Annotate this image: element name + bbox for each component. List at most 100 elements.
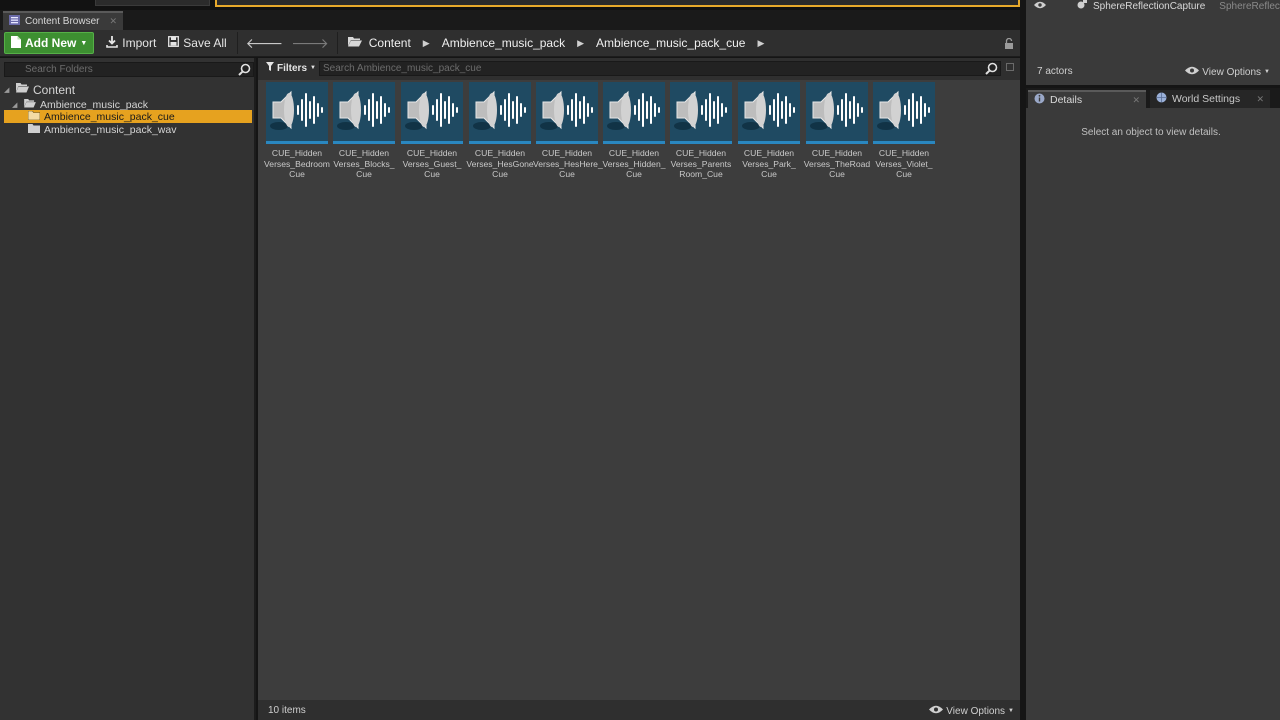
close-icon[interactable]: ✕ xyxy=(109,16,117,27)
tab-bar: Content Browser ✕ xyxy=(0,10,1020,30)
asset-thumbnail xyxy=(536,82,598,144)
sound-cue-icon xyxy=(472,84,528,139)
outliner-row[interactable]: SphereReflectionCapture SphereReflectic xyxy=(1034,0,1280,12)
asset-thumbnail xyxy=(806,82,868,144)
breadcrumb-item-content[interactable]: Content xyxy=(369,36,411,50)
tree-item-content[interactable]: ◢ Content xyxy=(4,82,76,97)
folder-tree-panel: Search Folders ◢ Content ◢ Ambience_musi… xyxy=(0,58,256,720)
tab-details[interactable]: Details ✕ xyxy=(1028,90,1146,108)
grid-options-icon[interactable] xyxy=(1006,63,1014,71)
tree-item-ambience-music-pack-cue[interactable]: Ambience_music_pack_cue xyxy=(4,110,252,123)
asset-thumbnail xyxy=(266,82,328,144)
asset-name-line: Verses_Blocks_ xyxy=(333,158,395,169)
asset-name-line: CUE_Hidden xyxy=(406,148,458,158)
lock-icon[interactable] xyxy=(1004,37,1014,52)
viewport-strip xyxy=(0,0,1020,10)
asset-tile[interactable]: CUE_Hidden Verses_Bedroom Cue xyxy=(264,82,330,180)
status-bar: 10 items View Options ▼ xyxy=(258,700,1020,720)
save-all-button[interactable]: Save All xyxy=(168,36,227,50)
asset-tile[interactable]: CUE_Hidden Verses_Guest_ Cue xyxy=(401,82,463,180)
toolbar: Add New ▼ Import Save All 🡐 🡒 Content ▶ … xyxy=(0,30,1020,57)
asset-name: CUE_Hidden Verses_Park_ Cue xyxy=(735,148,803,180)
asset-name-line: Cue xyxy=(896,169,912,179)
breadcrumb-item-pack[interactable]: Ambience_music_pack xyxy=(442,36,565,50)
asset-tile[interactable]: CUE_Hidden Verses_HesGone Cue xyxy=(466,82,534,180)
breadcrumb-item-cue[interactable]: Ambience_music_pack_cue xyxy=(596,36,745,50)
add-new-button[interactable]: Add New ▼ xyxy=(4,32,95,54)
save-all-label: Save All xyxy=(183,36,227,50)
asset-name: CUE_Hidden Verses_HesGone Cue xyxy=(466,148,534,180)
asset-search-placeholder: Search Ambience_music_pack_cue xyxy=(323,63,482,74)
asset-tile[interactable]: CUE_Hidden Verses_TheRoad Cue xyxy=(804,82,870,180)
tree-item-label: Ambience_music_pack_wav xyxy=(44,123,177,136)
back-arrow-icon[interactable]: 🡐 xyxy=(246,35,284,52)
asset-tile[interactable]: CUE_Hidden Verses_Violet_ Cue xyxy=(873,82,935,180)
asset-tile[interactable]: CUE_Hidden Verses_HesHere_ Cue xyxy=(533,82,603,180)
viewport-frame[interactable] xyxy=(215,0,1020,7)
asset-thumbnail xyxy=(603,82,665,144)
asset-thumbnail xyxy=(401,82,463,144)
asset-name-line: Cue xyxy=(424,169,440,179)
item-count: 10 items xyxy=(268,705,306,716)
view-options-label: View Options xyxy=(946,705,1006,717)
eye-icon[interactable] xyxy=(1034,1,1046,12)
asset-name: CUE_Hidden Verses_Violet_ Cue xyxy=(870,148,938,180)
import-button[interactable]: Import xyxy=(106,35,157,51)
expand-triangle-icon[interactable]: ◢ xyxy=(12,101,20,109)
import-label: Import xyxy=(122,36,157,50)
outliner-row-type: SphereReflectic xyxy=(1219,0,1280,12)
asset-name-line: CUE_Hidden xyxy=(474,148,526,158)
chevron-down-icon: ▼ xyxy=(1008,708,1014,714)
asset-name-line: CUE_Hidden xyxy=(675,148,727,158)
asset-name: CUE_Hidden Verses_Blocks_ Cue xyxy=(330,148,398,180)
tree-item-ambience-music-pack-wav[interactable]: Ambience_music_pack_wav xyxy=(28,123,176,136)
add-new-label: Add New xyxy=(25,36,77,50)
chevron-right-icon[interactable]: ▶ xyxy=(757,38,764,49)
asset-name-line: Verses_Guest_ xyxy=(402,158,462,169)
asset-tile[interactable]: CUE_Hidden Verses_Park_ Cue xyxy=(738,82,800,180)
asset-name: CUE_Hidden Verses_HesHere_ Cue xyxy=(533,148,603,180)
tab-world-settings[interactable]: World Settings ✕ xyxy=(1150,90,1270,108)
view-options-label: View Options xyxy=(1202,66,1262,78)
asset-thumbnail xyxy=(873,82,935,144)
asset-filter-bar: Filters ▼ Search Ambience_music_pack_cue xyxy=(258,58,1020,80)
tree-item-label: Ambience_music_pack xyxy=(40,98,148,111)
asset-grid: CUE_Hidden Verses_Bedroom Cue CUE_Hidden Ver… xyxy=(258,80,1020,700)
asset-name-line: CUE_Hidden xyxy=(811,148,863,158)
tree-item-label: Content xyxy=(33,82,76,97)
asset-name: CUE_Hidden Verses_Hidden_ Cue xyxy=(600,148,668,180)
asset-search-input[interactable]: Search Ambience_music_pack_cue xyxy=(319,61,1001,76)
divider xyxy=(236,32,238,54)
tab-content-browser[interactable]: Content Browser ✕ xyxy=(3,11,123,30)
outliner-view-options-button[interactable]: View Options ▼ xyxy=(1185,66,1270,78)
asset-name-line: Verses_HesHere_ xyxy=(533,158,603,169)
expand-triangle-icon[interactable]: ◢ xyxy=(4,86,12,94)
sound-cue-icon xyxy=(673,84,729,139)
sound-cue-icon xyxy=(809,84,865,139)
asset-name-line: CUE_Hidden xyxy=(541,148,593,158)
asset-tile[interactable]: CUE_Hidden Verses_Hidden_ Cue xyxy=(600,82,668,180)
view-options-button[interactable]: View Options ▼ xyxy=(929,705,1014,717)
search-icon xyxy=(238,63,251,79)
folder-search-placeholder: Search Folders xyxy=(25,64,93,75)
forward-arrow-icon[interactable]: 🡒 xyxy=(291,35,329,52)
sphere-capture-icon xyxy=(1076,0,1087,12)
new-file-icon xyxy=(11,35,21,51)
chevron-right-icon[interactable]: ▶ xyxy=(423,38,430,49)
eye-icon xyxy=(929,705,944,717)
folder-search-input[interactable]: Search Folders xyxy=(4,62,254,77)
asset-name-line: Verses_Bedroom xyxy=(264,158,330,169)
asset-tile[interactable]: CUE_Hidden Verses_Parents Room_Cue xyxy=(670,82,732,180)
asset-thumbnail xyxy=(333,82,395,144)
folder-open-icon xyxy=(16,83,29,96)
filters-button[interactable]: Filters ▼ xyxy=(266,62,316,74)
details-panel: Select an object to view details. xyxy=(1026,108,1280,720)
close-icon[interactable]: ✕ xyxy=(1132,95,1140,106)
close-icon[interactable]: ✕ xyxy=(1256,94,1264,105)
import-icon xyxy=(106,35,119,51)
filter-icon xyxy=(266,62,274,74)
sound-cue-icon xyxy=(741,84,797,139)
asset-name-line: CUE_Hidden xyxy=(608,148,660,158)
chevron-right-icon[interactable]: ▶ xyxy=(577,38,584,49)
asset-tile[interactable]: CUE_Hidden Verses_Blocks_ Cue xyxy=(333,82,395,180)
